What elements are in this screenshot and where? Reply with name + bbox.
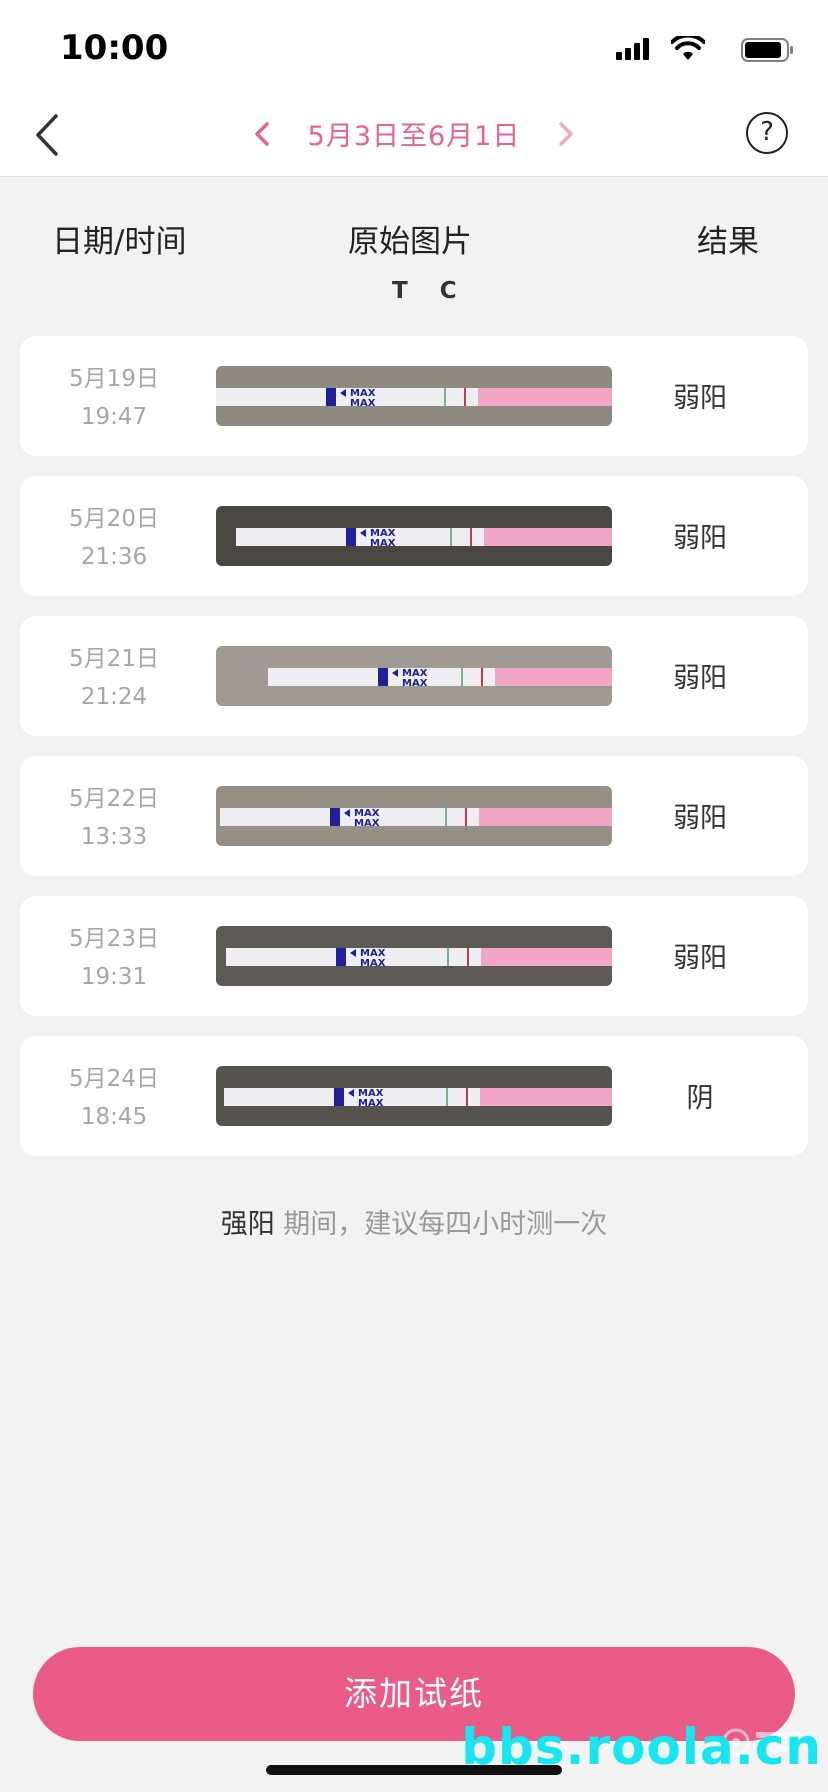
record-time: 19:47	[80, 404, 148, 430]
record-datetime: 5月23日 19:31	[40, 920, 188, 996]
record-time: 21:24	[80, 684, 148, 710]
cellular-signal-icon	[616, 38, 650, 60]
next-range-icon[interactable]	[556, 119, 576, 149]
date-range-selector: 5月3日至6月1日	[0, 114, 828, 153]
header-date-time: 日期/时间	[52, 224, 187, 260]
record-row[interactable]: 5月22日 13:33 MAX MAX 弱阳	[20, 756, 808, 876]
record-date: 5月21日	[69, 646, 159, 672]
status-time: 10:00	[60, 28, 169, 68]
test-strip-photo[interactable]: MAX MAX	[216, 926, 612, 986]
record-datetime: 5月19日 19:47	[40, 360, 188, 436]
wifi-icon	[671, 36, 705, 60]
record-row[interactable]: 5月19日 19:47 MAX MAX 弱阳	[20, 336, 808, 456]
record-result: 弱阳	[673, 663, 727, 694]
header-original-image: 原始图片	[348, 224, 472, 260]
record-datetime: 5月22日 13:33	[40, 780, 188, 856]
record-date: 5月24日	[69, 1066, 159, 1092]
record-result: 弱阳	[673, 943, 727, 974]
status-bar: 10:00	[0, 0, 828, 100]
test-strip-photo[interactable]: MAX MAX	[216, 786, 612, 846]
svg-text:MAX: MAX	[350, 398, 376, 409]
navigation-bar: 5月3日至6月1日 ?	[0, 100, 828, 177]
test-record-list: 5月19日 19:47 MAX MAX 弱阳 5月20日 21:36 MAX MAX 弱阳 5月21…	[20, 336, 808, 1176]
record-result: 阴	[686, 1083, 714, 1114]
record-date: 5月22日	[69, 786, 159, 812]
test-strip-photo[interactable]: MAX MAX	[216, 646, 612, 706]
record-row[interactable]: 5月20日 21:36 MAX MAX 弱阳	[20, 476, 808, 596]
battery-icon	[741, 38, 793, 62]
svg-text:MAX: MAX	[370, 538, 396, 549]
record-row[interactable]: 5月21日 21:24 MAX MAX 弱阳	[20, 616, 808, 736]
tip-strong-positive: 强阳	[220, 1209, 275, 1240]
svg-text:MAX: MAX	[358, 1098, 384, 1109]
record-date: 5月23日	[69, 926, 159, 952]
test-strip-photo[interactable]: MAX MAX	[216, 506, 612, 566]
record-row[interactable]: 5月24日 18:45 MAX MAX 阴	[20, 1036, 808, 1156]
record-result: 弱阳	[673, 803, 727, 834]
record-datetime: 5月20日 21:36	[40, 500, 188, 576]
tip-text: 期间，建议每四小时测一次	[274, 1209, 608, 1240]
record-result: 弱阳	[673, 383, 727, 414]
record-time: 13:33	[80, 824, 148, 850]
svg-text:MAX: MAX	[360, 958, 386, 969]
watermark-text: bbs.roola.cn	[461, 1718, 822, 1776]
svg-text:MAX: MAX	[402, 678, 428, 689]
header-result: 结果	[697, 224, 759, 260]
record-date: 5月20日	[69, 506, 159, 532]
svg-text:MAX: MAX	[354, 818, 380, 829]
status-icons	[615, 36, 795, 62]
test-strip-photo[interactable]: MAX MAX	[216, 366, 612, 426]
record-time: 19:31	[80, 964, 148, 990]
record-row[interactable]: 5月23日 19:31 MAX MAX 弱阳	[20, 896, 808, 1016]
date-range-label: 5月3日至6月1日	[307, 121, 521, 152]
test-strip-photo[interactable]: MAX MAX	[216, 1066, 612, 1126]
record-result: 弱阳	[673, 523, 727, 554]
tc-line-label: T C	[392, 278, 469, 304]
record-date: 5月19日	[69, 366, 159, 392]
help-icon[interactable]: ?	[746, 112, 788, 154]
record-datetime: 5月21日 21:24	[40, 640, 188, 716]
record-time: 21:36	[80, 544, 148, 570]
record-time: 18:45	[80, 1104, 148, 1130]
record-datetime: 5月24日 18:45	[40, 1060, 188, 1136]
previous-range-icon[interactable]	[252, 119, 272, 149]
testing-tip: 强阳 期间，建议每四小时测一次	[0, 1202, 828, 1241]
